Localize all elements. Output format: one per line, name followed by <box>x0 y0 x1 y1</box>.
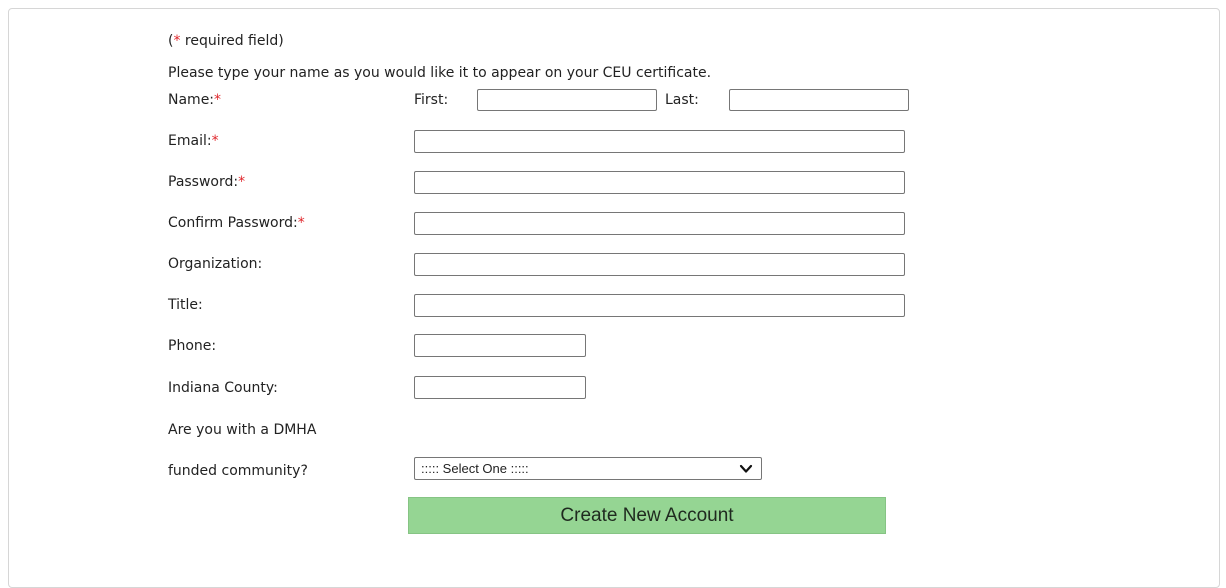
dmha-label-line2: funded community? <box>168 463 308 479</box>
required-star: * <box>238 174 246 190</box>
required-star: * <box>214 92 222 108</box>
dmha-select-value: ::::: Select One ::::: <box>421 461 529 476</box>
name-label-text: Name: <box>168 92 215 108</box>
email-input[interactable] <box>414 130 905 153</box>
organization-label: Organization: <box>168 256 263 272</box>
instruction-text: Please type your name as you would like … <box>168 65 712 81</box>
password-label: Password:* <box>168 174 245 190</box>
chevron-down-icon <box>739 464 753 473</box>
password-label-text: Password: <box>168 174 239 190</box>
name-label: Name:* <box>168 92 221 108</box>
title-label: Title: <box>168 297 203 313</box>
title-input[interactable] <box>414 294 905 317</box>
last-name-input[interactable] <box>729 89 909 111</box>
phone-label: Phone: <box>168 338 217 354</box>
county-label: Indiana County: <box>168 380 278 396</box>
required-note-text: required field) <box>180 33 284 49</box>
first-name-input[interactable] <box>477 89 657 111</box>
first-name-label: First: <box>414 92 449 108</box>
confirm-password-label: Confirm Password:* <box>168 215 305 231</box>
last-name-label: Last: <box>665 92 699 108</box>
required-star: * <box>211 133 219 149</box>
required-note: (* required field) <box>168 33 284 49</box>
phone-input[interactable] <box>414 334 586 357</box>
dmha-label-line1: Are you with a DMHA <box>168 422 317 438</box>
required-star: * <box>297 215 305 231</box>
password-input[interactable] <box>414 171 905 194</box>
organization-input[interactable] <box>414 253 905 276</box>
email-label-text: Email: <box>168 133 212 149</box>
email-label: Email:* <box>168 133 219 149</box>
create-account-button[interactable]: Create New Account <box>408 497 886 534</box>
dmha-select[interactable]: ::::: Select One ::::: <box>414 457 762 480</box>
confirm-password-input[interactable] <box>414 212 905 235</box>
confirm-password-label-text: Confirm Password: <box>168 215 298 231</box>
county-input[interactable] <box>414 376 586 399</box>
